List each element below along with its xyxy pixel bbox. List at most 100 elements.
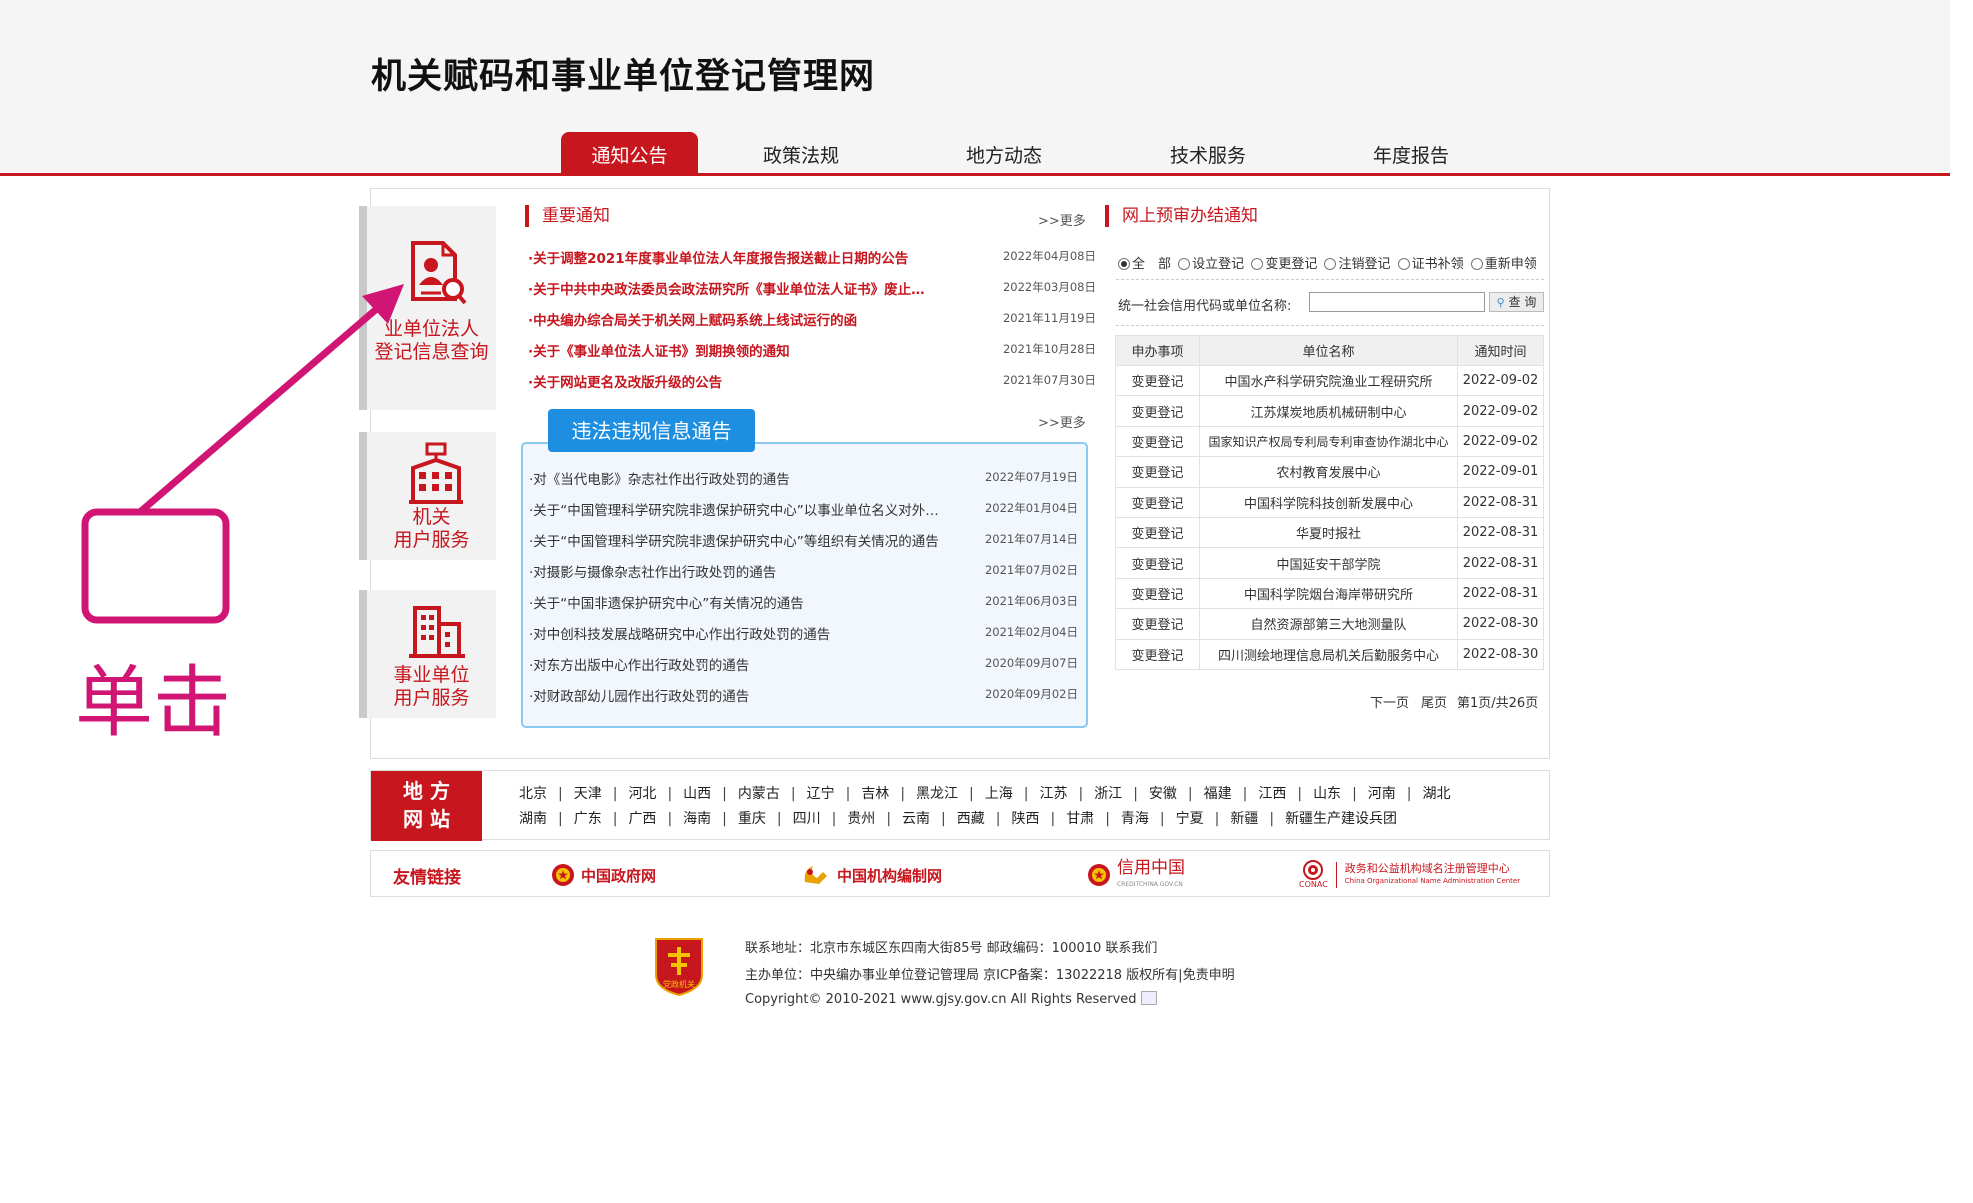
- local-site-link[interactable]: 青海: [1121, 811, 1149, 827]
- local-site-link[interactable]: 上海: [985, 786, 1013, 802]
- nav-tab-policies[interactable]: 政策法规: [751, 132, 851, 174]
- local-site-link[interactable]: 山东: [1313, 786, 1341, 802]
- local-site-link[interactable]: 安徽: [1149, 786, 1177, 802]
- local-site-link[interactable]: 云南: [902, 811, 930, 827]
- separator: |: [969, 786, 974, 802]
- local-site-link[interactable]: 宁夏: [1176, 811, 1204, 827]
- table-row[interactable]: 变更登记 农村教育发展中心 2022-09-01: [1115, 456, 1544, 488]
- cell-unit: 中国水产科学研究院渔业工程研究所: [1199, 364, 1458, 397]
- violation-link[interactable]: ·对摄影与摄像杂志社作出行政处罚的通告: [529, 561, 974, 581]
- radio-label: 变更登记: [1265, 257, 1318, 272]
- link-credit-china[interactable]: 信用中国 CREDITCHINA.GOV.CN: [1087, 858, 1185, 890]
- link-scopsr[interactable]: 中国机构编制网: [801, 860, 942, 890]
- local-sites-label-line1: 地 方: [403, 779, 450, 803]
- local-site-link[interactable]: 湖北: [1423, 786, 1451, 802]
- local-site-link[interactable]: 陕西: [1011, 811, 1039, 827]
- local-site-link[interactable]: 河南: [1368, 786, 1396, 802]
- local-site-link[interactable]: 浙江: [1094, 786, 1122, 802]
- local-site-link[interactable]: 江西: [1258, 786, 1286, 802]
- link-text: 中国政府网: [581, 866, 657, 885]
- separator: |: [1269, 811, 1275, 827]
- radio-label: 注销登记: [1338, 257, 1391, 272]
- notice-link[interactable]: ·中央编办综合局关于机关网上赋码系统上线试运行的函: [528, 309, 968, 329]
- sidebar-card-legal-person-query[interactable]: 业单位法人 登记信息查询: [359, 206, 496, 410]
- violation-link[interactable]: ·对《当代电影》杂志社作出行政处罚的通告: [529, 468, 974, 488]
- link-conac[interactable]: CONAC 政务和公益机构域名注册管理中心 China Organization…: [1299, 860, 1520, 890]
- credit-code-search-input[interactable]: [1309, 292, 1485, 312]
- last-page-link[interactable]: 尾页: [1421, 692, 1447, 711]
- cell-date: 2022-08-31: [1457, 516, 1544, 549]
- local-site-link[interactable]: 福建: [1204, 786, 1232, 802]
- nav-tab-tech-service[interactable]: 技术服务: [1158, 132, 1258, 174]
- divider: [1116, 325, 1544, 326]
- next-page-link[interactable]: 下一页: [1370, 692, 1409, 711]
- local-site-link[interactable]: 辽宁: [807, 786, 835, 802]
- cell-date: 2022-08-30: [1457, 608, 1544, 640]
- search-button[interactable]: ⚲ 查 询: [1489, 292, 1544, 312]
- local-site-link[interactable]: 重庆: [738, 811, 766, 827]
- radio-cancel[interactable]: 注销登记: [1324, 253, 1390, 272]
- table-row[interactable]: 变更登记 中国科学院烟台海岸带研究所 2022-08-31: [1115, 577, 1544, 610]
- radio-reapply[interactable]: 重新申领: [1470, 253, 1537, 272]
- list-item: ·关于网站更名及改版升级的公告 2021年07月30日: [528, 371, 1096, 401]
- site-title: 机关赋码和事业单位登记管理网: [371, 57, 876, 97]
- separator: |: [1023, 786, 1029, 802]
- local-site-link[interactable]: 甘肃: [1066, 811, 1094, 827]
- violation-link[interactable]: ·关于“中国非遗保护研究中心”有关情况的通告: [529, 592, 974, 612]
- notice-link[interactable]: ·关于中共中央政法委员会政法研究所《事业单位法人证书》废止…: [528, 278, 968, 298]
- separator: |: [1105, 811, 1110, 827]
- link-gov-cn[interactable]: 中国政府网: [551, 860, 656, 890]
- notice-link[interactable]: ·关于调整2021年度事业单位法人年度报告报送截止日期的公告: [528, 247, 968, 267]
- important-notices-more-link[interactable]: >>更多: [1038, 210, 1086, 229]
- table-row[interactable]: 变更登记 自然资源部第三大地测量队 2022-08-30: [1115, 608, 1544, 640]
- local-site-link[interactable]: 广东: [574, 811, 602, 827]
- local-site-link[interactable]: 海南: [683, 811, 711, 827]
- local-site-link[interactable]: 北京: [519, 786, 547, 802]
- party-government-emblem[interactable]: 党政机关: [652, 935, 706, 1001]
- local-site-link[interactable]: 河北: [628, 786, 656, 802]
- local-site-link[interactable]: 天津: [574, 786, 602, 802]
- table-row[interactable]: 变更登记 四川测绘地理信息局机关后勤服务中心 2022-08-30: [1115, 638, 1544, 670]
- sidebar-card-institution-service[interactable]: 事业单位 用户服务: [359, 590, 496, 718]
- radio-all[interactable]: 全 部: [1118, 253, 1171, 272]
- radio-change[interactable]: 变更登记: [1251, 253, 1317, 272]
- violation-link[interactable]: ·关于“中国管理科学研究院非遗保护研究中心”以事业单位名义对外…: [529, 499, 974, 519]
- violations-more-link[interactable]: >>更多: [1038, 412, 1086, 431]
- notice-link[interactable]: ·关于《事业单位法人证书》到期换领的通知: [528, 340, 968, 360]
- violation-date: 2020年09月07日: [984, 656, 1078, 670]
- footer-address: 联系地址：北京市东城区东四南大街85号 邮政编码：100010 联系我们: [745, 941, 1158, 956]
- local-site-link[interactable]: 吉林: [861, 786, 889, 802]
- nav-tab-local-news[interactable]: 地方动态: [954, 132, 1054, 174]
- radio-certificate-reissue[interactable]: 证书补领: [1397, 253, 1464, 272]
- local-site-link[interactable]: 新疆: [1230, 811, 1258, 827]
- notice-link[interactable]: ·关于网站更名及改版升级的公告: [528, 371, 968, 391]
- local-site-link[interactable]: 内蒙古: [738, 786, 780, 802]
- list-item: ·对摄影与摄像杂志社作出行政处罚的通告 2021年07月02日: [529, 561, 1078, 591]
- local-site-link[interactable]: 湖南: [519, 811, 547, 827]
- local-site-link[interactable]: 黑龙江: [916, 786, 958, 802]
- table-row[interactable]: 变更登记 江苏煤炭地质机械研制中心 2022-09-02: [1115, 395, 1544, 427]
- local-site-link[interactable]: 四川: [793, 811, 821, 827]
- local-site-link[interactable]: 新疆生产建设兵团: [1285, 811, 1397, 827]
- local-site-link[interactable]: 贵州: [847, 811, 875, 827]
- violation-link[interactable]: ·对中创科技发展战略研究中心作出行政处罚的通告: [529, 623, 974, 643]
- local-site-link[interactable]: 江苏: [1039, 786, 1067, 802]
- nav-tab-notices[interactable]: 通知公告: [561, 132, 698, 174]
- local-site-link[interactable]: 山西: [683, 786, 711, 802]
- local-site-link[interactable]: 广西: [628, 811, 656, 827]
- table-row[interactable]: 变更登记 中国水产科学研究院渔业工程研究所 2022-09-02: [1115, 364, 1544, 397]
- local-site-link[interactable]: 西藏: [957, 811, 985, 827]
- radio-establish[interactable]: 设立登记: [1178, 253, 1244, 272]
- table-row[interactable]: 变更登记 中国延安干部学院 2022-08-31: [1115, 547, 1544, 579]
- table-row[interactable]: 变更登记 华夏时报社 2022-08-31: [1115, 516, 1544, 549]
- violation-link[interactable]: ·对财政部幼儿园作出行政处罚的通告: [529, 685, 974, 705]
- sidebar-card-government-service[interactable]: 机关 用户服务: [359, 432, 496, 560]
- table-row[interactable]: 变更登记 国家知识产权局专利局专利审查协作湖北中心 2022-09-02: [1115, 425, 1544, 458]
- column-header: 通知时间: [1457, 335, 1544, 366]
- violation-link[interactable]: ·关于“中国管理科学研究院非遗保护研究中心”等组织有关情况的通告: [529, 530, 974, 550]
- separator: |: [1159, 811, 1165, 827]
- cell-unit: 中国科学院烟台海岸带研究所: [1199, 577, 1458, 610]
- violation-link[interactable]: ·对东方出版中心作出行政处罚的通告: [529, 654, 974, 674]
- table-row[interactable]: 变更登记 中国科学院科技创新发展中心 2022-08-31: [1115, 486, 1544, 518]
- nav-tab-annual-report[interactable]: 年度报告: [1361, 132, 1461, 174]
